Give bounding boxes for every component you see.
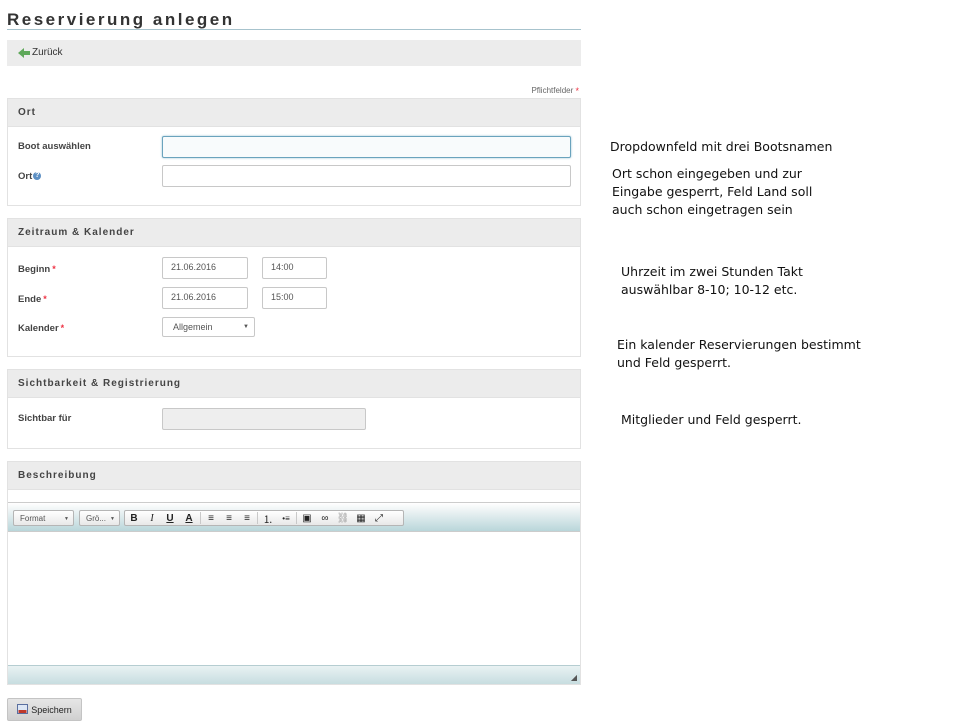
end-time-field[interactable]: 15:00 (262, 287, 327, 309)
visible-for-field[interactable] (162, 408, 366, 430)
note-location: Ort schon eingegeben und zur Eingabe ges… (612, 165, 812, 219)
format-dropdown[interactable]: Format ▼ (13, 510, 74, 526)
section-zeitraum: Zeitraum & Kalender Beginn * 21.06.2016 1… (7, 218, 581, 357)
top-toolbar: Zurück (7, 40, 581, 66)
location-label: Ort (18, 171, 33, 182)
note-line: Eingabe gesperrt, Feld Land soll (612, 184, 813, 199)
note-line: und Feld gesperrt. (617, 355, 732, 370)
chevron-down-icon: ▼ (110, 516, 115, 522)
chevron-down-icon: ▼ (64, 516, 69, 522)
font-size-dropdown[interactable]: Grö... ▼ (79, 510, 120, 526)
align-right-icon[interactable]: ≡ (238, 511, 256, 525)
begin-time-field[interactable]: 14:00 (262, 257, 327, 279)
save-icon (17, 703, 29, 716)
location-label-wrap: Ort? (18, 171, 42, 182)
note-visibility: Mitglieder und Feld gesperrt. (621, 412, 802, 427)
resize-handle-icon[interactable]: ◢ (571, 673, 577, 682)
toolbar-divider (200, 512, 201, 524)
required-marker: * (575, 86, 579, 96)
location-field[interactable] (162, 165, 571, 187)
note-time: Uhrzeit im zwei Stunden Takt auswählbar … (621, 263, 803, 299)
section-ort: Ort Boot auswählen Ort? (7, 98, 581, 206)
end-label-wrap: Ende * (18, 294, 47, 305)
title-divider (7, 29, 581, 30)
note-line: Ort schon eingegeben und zur (612, 166, 802, 181)
note-line: Uhrzeit im zwei Stunden Takt (621, 264, 803, 279)
align-left-icon[interactable]: ≡ (202, 511, 220, 525)
visible-for-label: Sichtbar für (18, 413, 72, 424)
required-marker: * (43, 294, 47, 304)
calendar-label: Kalender (18, 323, 59, 334)
bullet-list-icon[interactable]: •≡ (277, 511, 295, 525)
toolbar-divider (257, 512, 258, 524)
note-boat: Dropdownfeld mit drei Bootsnamen (610, 139, 833, 154)
note-line: auch schon eingetragen sein (612, 202, 793, 217)
toolbar-divider (296, 512, 297, 524)
underline-icon[interactable]: U (161, 511, 179, 525)
section-heading: Beschreibung (8, 462, 580, 490)
format-label: Format (20, 514, 46, 523)
help-icon[interactable]: ? (33, 172, 42, 181)
calendar-value: Allgemein (173, 322, 213, 332)
calendar-label-wrap: Kalender * (18, 323, 64, 334)
end-label: Ende (18, 294, 42, 305)
save-button[interactable]: Speichern (7, 698, 82, 721)
begin-label: Beginn (18, 264, 51, 275)
table-icon[interactable]: ▦ (352, 511, 370, 525)
formatting-button-group: B I U A ≡ ≡ ≡ ⒈ •≡ ▣ ∞ ⛓ ▦ ⤢ (124, 510, 404, 526)
required-marker: * (60, 323, 65, 333)
italic-icon[interactable]: I (143, 511, 161, 525)
calendar-select[interactable]: Allgemein ▼ (162, 317, 255, 337)
section-beschreibung: Beschreibung Format ▼ Grö... ▼ B I U A ≡… (7, 461, 581, 685)
editor-text-area[interactable] (8, 531, 580, 666)
note-calendar: Ein kalender Reservierungen bestimmt und… (617, 336, 861, 372)
image-icon[interactable]: ▣ (298, 511, 316, 525)
unlink-icon[interactable]: ⛓ (334, 511, 352, 525)
arrow-left-icon (18, 47, 30, 58)
boat-label: Boot auswählen (18, 141, 91, 152)
required-fields-label: Pflichtfelder (531, 86, 574, 95)
back-label: Zurück (32, 47, 63, 58)
page-title: Reservierung anlegen (7, 10, 235, 29)
begin-date-field[interactable]: 21.06.2016 (162, 257, 248, 279)
chevron-down-icon: ▼ (243, 324, 249, 330)
editor-statusbar: ◢ (8, 665, 580, 684)
editor-toolbar: Format ▼ Grö... ▼ B I U A ≡ ≡ ≡ ⒈ •≡ ▣ ∞… (8, 502, 580, 531)
save-label: Speichern (31, 704, 72, 715)
note-line: auswählbar 8-10; 10-12 etc. (621, 282, 798, 297)
boat-select-field[interactable] (162, 136, 571, 158)
font-size-label: Grö... (86, 514, 107, 523)
ordered-list-icon[interactable]: ⒈ (259, 511, 277, 526)
required-fields-note: Pflichtfelder * (531, 86, 579, 96)
begin-label-wrap: Beginn * (18, 264, 56, 275)
section-heading: Zeitraum & Kalender (8, 219, 580, 247)
text-color-icon[interactable]: A (179, 511, 199, 525)
section-sichtbarkeit: Sichtbarkeit & Registrierung Sichtbar fü… (7, 369, 581, 449)
bold-icon[interactable]: B (125, 511, 143, 525)
link-icon[interactable]: ∞ (316, 511, 334, 525)
section-heading: Sichtbarkeit & Registrierung (8, 370, 580, 398)
required-marker: * (52, 264, 56, 274)
section-heading: Ort (8, 99, 580, 127)
back-link[interactable]: Zurück (18, 47, 63, 58)
fullscreen-icon[interactable]: ⤢ (370, 511, 388, 525)
note-line: Ein kalender Reservierungen bestimmt (617, 337, 861, 352)
align-center-icon[interactable]: ≡ (220, 511, 238, 525)
end-date-field[interactable]: 21.06.2016 (162, 287, 248, 309)
